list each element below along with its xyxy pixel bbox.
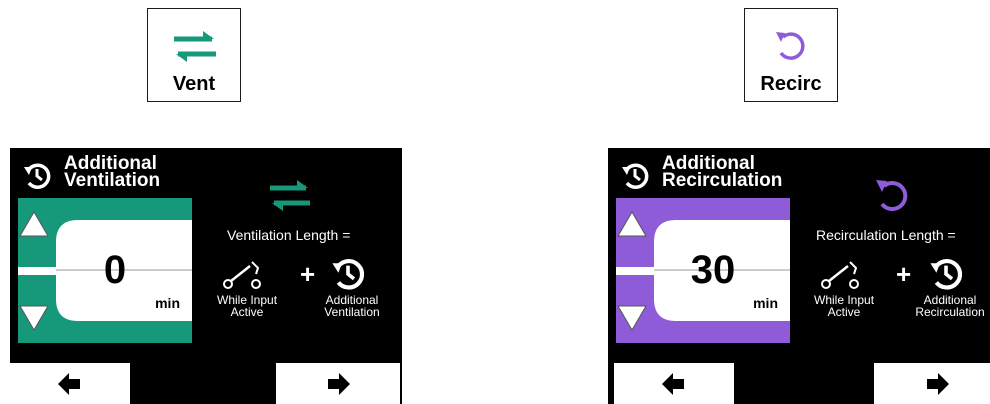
- vent-button-label: Vent: [172, 73, 216, 95]
- previous-button[interactable]: [10, 363, 130, 404]
- duration-value: 30: [690, 248, 736, 292]
- increase-triangle-icon[interactable]: [18, 200, 50, 244]
- timer-clock-icon: [930, 258, 963, 290]
- next-button[interactable]: [276, 363, 400, 404]
- while-input-active-label: While Input Active: [217, 293, 278, 319]
- duration-unit: min: [753, 295, 778, 311]
- duration-value: 0: [103, 248, 127, 292]
- next-button[interactable]: [874, 363, 990, 404]
- increase-triangle-icon[interactable]: [616, 200, 648, 244]
- duration-unit: min: [155, 295, 180, 311]
- vent-mode-button[interactable]: Vent: [147, 8, 241, 102]
- while-input-active-label: While Input Active: [814, 293, 875, 319]
- ventilation-length-label: Ventilation Length =: [227, 227, 351, 243]
- timer-clock-icon: [622, 163, 649, 189]
- right-arrow-icon: [927, 372, 949, 395]
- left-arrow-icon: [662, 372, 684, 395]
- right-arrow-icon: [328, 372, 350, 395]
- additional-recirculation-label: Additional Recirculation: [915, 293, 985, 319]
- recirculation-length-label: Recirculation Length =: [816, 227, 956, 243]
- previous-button[interactable]: [614, 363, 734, 404]
- ventilation-settings-screen: Additional Ventilation 0 min Ventilation…: [10, 148, 402, 404]
- additional-ventilation-label: Additional Ventilation: [324, 293, 380, 319]
- decrease-triangle-icon[interactable]: [616, 298, 648, 342]
- recirc-mode-button[interactable]: Recirc: [744, 8, 838, 102]
- switch-icon: [223, 261, 261, 289]
- swap-arrows-icon: [270, 180, 310, 211]
- recirculation-settings-screen: Additional Recirculation 30 min Recircul…: [608, 148, 990, 404]
- switch-icon: [821, 261, 859, 289]
- circular-arrow-icon: [776, 32, 805, 60]
- timer-clock-icon: [332, 258, 365, 290]
- screen-title: Additional Recirculation: [662, 153, 783, 191]
- screen-title: Additional Ventilation: [64, 153, 161, 191]
- left-arrow-icon: [58, 372, 80, 395]
- swap-arrows-icon: [174, 31, 216, 62]
- timer-clock-icon: [24, 163, 51, 189]
- plus-sign: +: [300, 259, 316, 289]
- recirc-button-label: Recirc: [760, 73, 822, 95]
- circular-arrow-icon: [876, 180, 908, 212]
- decrease-triangle-icon[interactable]: [18, 298, 50, 342]
- plus-sign: +: [896, 259, 912, 289]
